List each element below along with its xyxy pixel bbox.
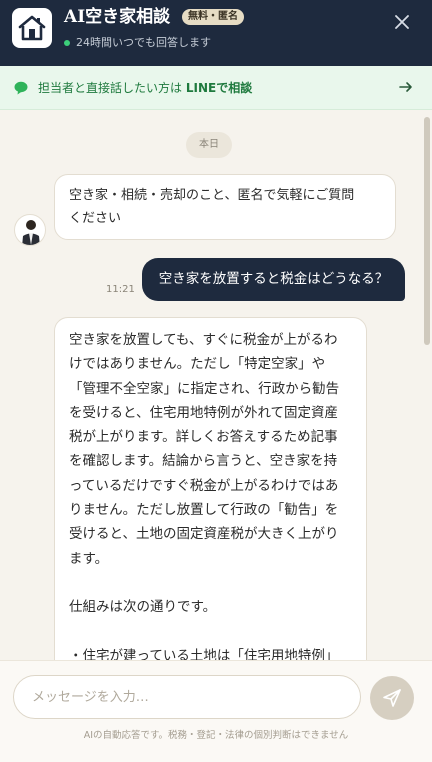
scrollbar-thumb[interactable] [424,117,430,345]
advisor-avatar [14,214,46,246]
availability-status: 24時間いつでも回答します [64,36,211,50]
house-icon [12,8,52,48]
composer: AIの自動応答です。税務・登記・法律の個別判断はできません [0,660,432,762]
bot-message-line: ください [69,211,122,226]
close-icon [395,15,409,29]
bot-message: 空き家を放置しても、すぐに税金が上がるわ けではありません。ただし「特定空家」や… [54,317,367,660]
date-divider: 本日 [186,132,232,158]
bot-message-line: 空き家を放置しても、すぐに税金が上がるわ [69,332,338,348]
send-icon [383,689,401,707]
line-banner-emphasis: LINEで相談 [185,81,253,95]
online-dot-icon [64,40,70,46]
bot-message-line: を受けると、住宅用地特例が外れて固定資産 [69,404,339,421]
availability-status-text: 24時間いつでも回答します [76,36,211,49]
close-button[interactable] [392,12,412,32]
bot-message-line: 受けると、土地の固定資産税が大きく上がり [69,526,339,543]
bot-message-line: 空き家・相続・売却のこと、匿名で気軽にご質問 [69,188,355,203]
message-timestamp: 11:21 [106,284,135,295]
chat-bubble-icon [14,81,28,95]
line-banner-text: 担当者と直接話したい方は LINEで相談 [38,80,252,96]
bot-message-line: ます。 [69,550,109,567]
bot-message-line: っているだけですぐ税金が上がるわけではあ [69,477,339,494]
bot-message-line: ・住宅が建っている土地は「住宅用地特例」 [69,647,339,660]
bot-message-line: 「管理不全空家」に指定され、行政から勧告 [69,380,340,397]
bot-message-line: けではありません。ただし「特定空家」や [69,356,326,373]
message-input[interactable] [13,675,361,719]
line-banner-prefix: 担当者と直接話したい方は [38,81,183,95]
send-button[interactable] [370,676,414,720]
bot-message-line: 仕組みは次の通りです。 [69,599,217,616]
arrow-right-icon [399,82,412,92]
bot-message-line: りません。ただし放置して行政の「勧告」を [69,502,339,519]
bot-message: 空き家・相続・売却のこと、匿名で気軽にご質問 ください [54,174,396,240]
ai-disclaimer: AIの自動応答です。税務・登記・法律の個別判断はできません [83,730,349,741]
chat-header: AI空き家相談 無料・匿名 24時間いつでも回答します [0,0,432,66]
bot-message-line: 税が上がります。詳しくお答えするため記事 [69,429,338,446]
message-scrollbar[interactable] [424,111,430,660]
chat-widget: AI空き家相談 無料・匿名 24時間いつでも回答します 担当者と直接話したい方は… [0,0,432,762]
user-message: 空き家を放置すると税金はどうなる？ [142,258,405,301]
message-list[interactable]: 本日 空き家・相続・売却のこと、匿名で気軽にご質問 ください 空き家を放置すると… [0,111,432,660]
line-consult-banner[interactable]: 担当者と直接話したい方は LINEで相談 [0,66,432,110]
app-title: AI空き家相談 [64,7,171,27]
free-anonymous-badge: 無料・匿名 [182,9,244,25]
bot-message-line: を確認します。結論から言うと、空き家を持 [69,453,338,470]
